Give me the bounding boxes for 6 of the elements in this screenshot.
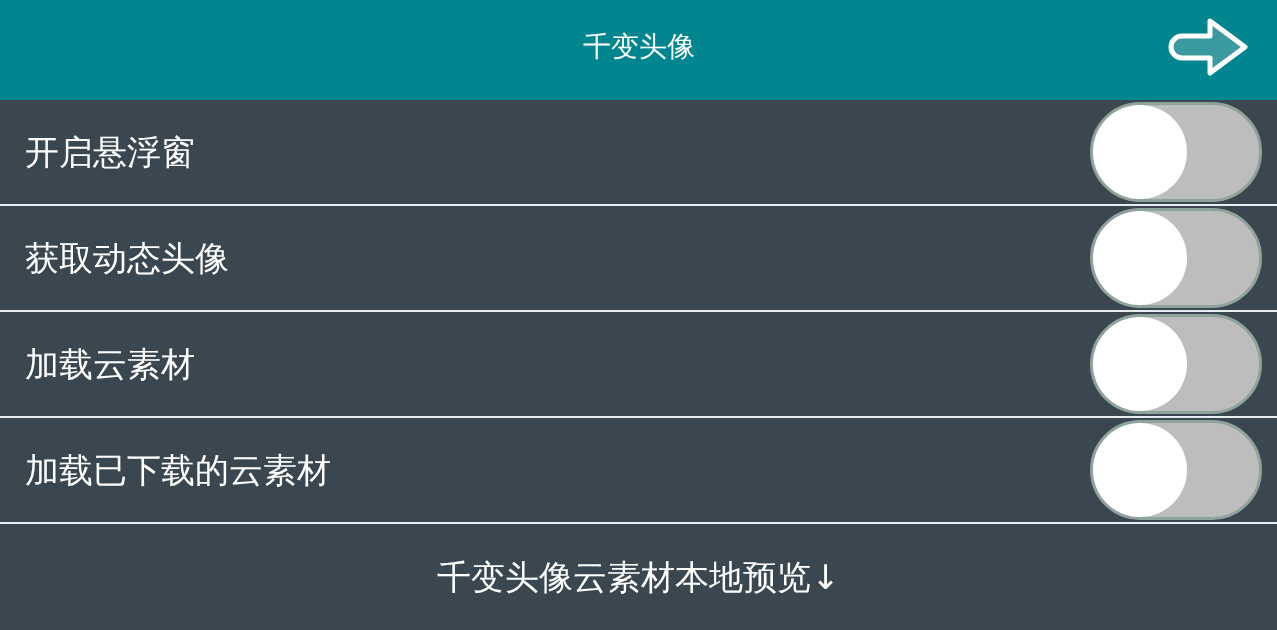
setting-label: 加载已下载的云素材 bbox=[25, 449, 331, 491]
setting-label: 加载云素材 bbox=[25, 343, 195, 385]
setting-label: 开启悬浮窗 bbox=[25, 131, 195, 173]
preview-link[interactable]: 千变头像云素材本地预览↓ bbox=[437, 556, 840, 598]
setting-label: 获取动态头像 bbox=[25, 237, 229, 279]
app-title: 千变头像 bbox=[582, 30, 695, 64]
